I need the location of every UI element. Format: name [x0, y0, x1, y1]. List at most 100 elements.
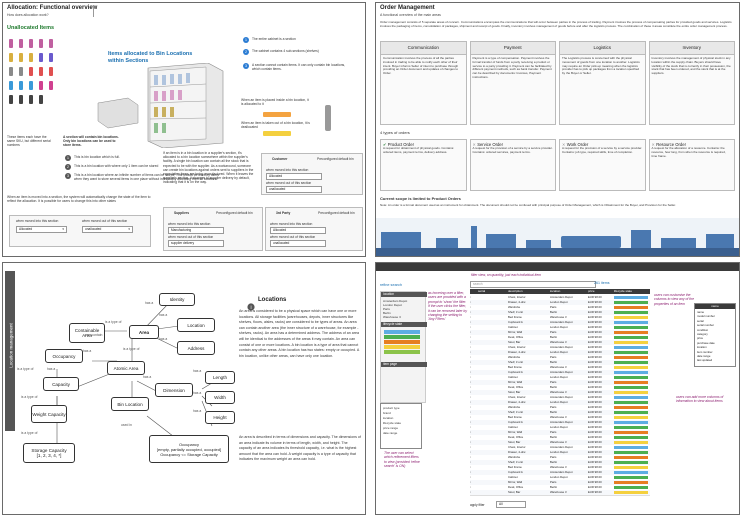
serial-cell[interactable]	[478, 390, 508, 395]
lifecycle-state-cell[interactable]	[614, 450, 648, 455]
column-header[interactable]: price	[588, 289, 614, 294]
lifecycle-state-cell[interactable]	[614, 445, 648, 450]
lifecycle-state-cell[interactable]	[614, 460, 648, 465]
serial-cell[interactable]	[478, 355, 508, 360]
row-checkbox[interactable]: ▫	[470, 395, 478, 400]
state-filter-supplier-delivery[interactable]	[384, 330, 420, 334]
serial-cell[interactable]	[478, 465, 508, 470]
serial-cell[interactable]	[478, 425, 508, 430]
row-checkbox[interactable]: ▫	[470, 480, 478, 485]
lifecycle-state-cell[interactable]	[614, 380, 648, 385]
serial-cell[interactable]	[478, 325, 508, 330]
lifecycle-state-cell[interactable]	[614, 485, 648, 490]
move-in-dropdown[interactable]: Allocated	[270, 227, 326, 234]
row-checkbox[interactable]: ▫	[470, 300, 478, 305]
column-header[interactable]: lifecycle state	[614, 289, 650, 294]
lifecycle-state-cell[interactable]	[614, 300, 648, 305]
row-checkbox[interactable]: ▫	[470, 455, 478, 460]
filter-group-header[interactable]: lifecycle state	[381, 322, 427, 327]
row-checkbox[interactable]: ▫	[470, 465, 478, 470]
serial-cell[interactable]	[478, 455, 508, 460]
serial-cell[interactable]	[478, 475, 508, 480]
lifecycle-state-cell[interactable]	[614, 345, 648, 350]
serial-cell[interactable]	[478, 460, 508, 465]
column-header[interactable]: location	[550, 289, 588, 294]
column-option[interactable]: serial number	[697, 323, 715, 327]
serial-cell[interactable]	[478, 315, 508, 320]
refine-option[interactable]: lifecycle state	[383, 421, 401, 425]
lifecycle-state-cell[interactable]	[614, 360, 648, 365]
state-filter-allocated[interactable]	[384, 335, 420, 339]
row-checkbox[interactable]: ▫	[470, 490, 478, 495]
apply-filter-dropdown[interactable]: All	[496, 501, 526, 508]
lifecycle-state-cell[interactable]	[614, 480, 648, 485]
lifecycle-state-cell[interactable]	[614, 370, 648, 375]
row-checkbox[interactable]: ▫	[470, 310, 478, 315]
lifecycle-state-cell[interactable]	[614, 410, 648, 415]
serial-cell[interactable]	[478, 415, 508, 420]
refine-option[interactable]: product type	[383, 406, 400, 410]
lifecycle-state-cell[interactable]	[614, 340, 648, 345]
lifecycle-state-cell[interactable]	[614, 435, 648, 440]
row-checkbox[interactable]: ▫	[470, 405, 478, 410]
lifecycle-state-cell[interactable]	[614, 440, 648, 445]
row-checkbox[interactable]: ▫	[470, 375, 478, 380]
lifecycle-state-cell[interactable]	[614, 400, 648, 405]
serial-cell[interactable]	[478, 380, 508, 385]
filter-group-header[interactable]: item page	[381, 362, 427, 367]
lifecycle-state-cell[interactable]	[614, 470, 648, 475]
filter-option[interactable]: Warehouse 3	[383, 315, 401, 319]
serial-cell[interactable]	[478, 340, 508, 345]
move-out-dropdown[interactable]: supplier delivery	[168, 240, 224, 247]
column-option[interactable]: last updated	[697, 358, 715, 362]
serial-cell[interactable]	[478, 430, 508, 435]
row-checkbox[interactable]: ▫	[470, 385, 478, 390]
lifecycle-state-cell[interactable]	[614, 430, 648, 435]
lifecycle-state-cell[interactable]	[614, 425, 648, 430]
row-checkbox[interactable]: ▫	[470, 445, 478, 450]
row-checkbox[interactable]: ▫	[470, 295, 478, 300]
serial-cell[interactable]	[478, 310, 508, 315]
row-checkbox[interactable]: ▫	[470, 420, 478, 425]
row-checkbox[interactable]: ▫	[470, 430, 478, 435]
row-checkbox[interactable]: ▫	[470, 330, 478, 335]
lifecycle-state-cell[interactable]	[614, 390, 648, 395]
lifecycle-state-cell[interactable]	[614, 490, 648, 495]
serial-cell[interactable]	[478, 400, 508, 405]
filter-group-header[interactable]: location	[381, 292, 427, 297]
refine-option[interactable]: brand	[383, 411, 391, 415]
serial-cell[interactable]	[478, 365, 508, 370]
serial-cell[interactable]	[478, 420, 508, 425]
row-checkbox[interactable]: ▫	[470, 460, 478, 465]
row-checkbox[interactable]: ▫	[470, 485, 478, 490]
row-checkbox[interactable]: ▫	[470, 305, 478, 310]
row-checkbox[interactable]: ▫	[470, 320, 478, 325]
serial-cell[interactable]	[478, 360, 508, 365]
lifecycle-state-cell[interactable]	[614, 315, 648, 320]
move-in-dropdown[interactable]: Manufacturing	[168, 227, 224, 234]
serial-cell[interactable]	[478, 305, 508, 310]
serial-cell[interactable]	[478, 480, 508, 485]
row-checkbox[interactable]: ▫	[470, 440, 478, 445]
column-header[interactable]: serial	[478, 289, 508, 294]
lifecycle-state-cell[interactable]	[614, 295, 648, 300]
state-filter-unallocated[interactable]	[384, 345, 420, 349]
serial-cell[interactable]	[478, 490, 508, 495]
row-checkbox[interactable]: ▫	[470, 355, 478, 360]
row-checkbox[interactable]: ▫	[470, 350, 478, 355]
state-filter-other[interactable]	[384, 350, 420, 354]
table-row[interactable]: ▫ Stool, Bar Warehouse 3 EUR 98.00	[470, 490, 650, 496]
row-checkbox[interactable]: ▫	[470, 415, 478, 420]
refine-option[interactable]: date range	[383, 431, 397, 435]
serial-cell[interactable]	[478, 330, 508, 335]
lifecycle-state-cell[interactable]	[614, 330, 648, 335]
row-checkbox[interactable]: ▫	[470, 425, 478, 430]
lifecycle-state-cell[interactable]	[614, 355, 648, 360]
serial-cell[interactable]	[478, 350, 508, 355]
refine-option[interactable]: price range	[383, 426, 398, 430]
serial-cell[interactable]	[478, 385, 508, 390]
serial-cell[interactable]	[478, 410, 508, 415]
serial-cell[interactable]	[478, 485, 508, 490]
lifecycle-state-cell[interactable]	[614, 405, 648, 410]
lifecycle-state-cell[interactable]	[614, 395, 648, 400]
